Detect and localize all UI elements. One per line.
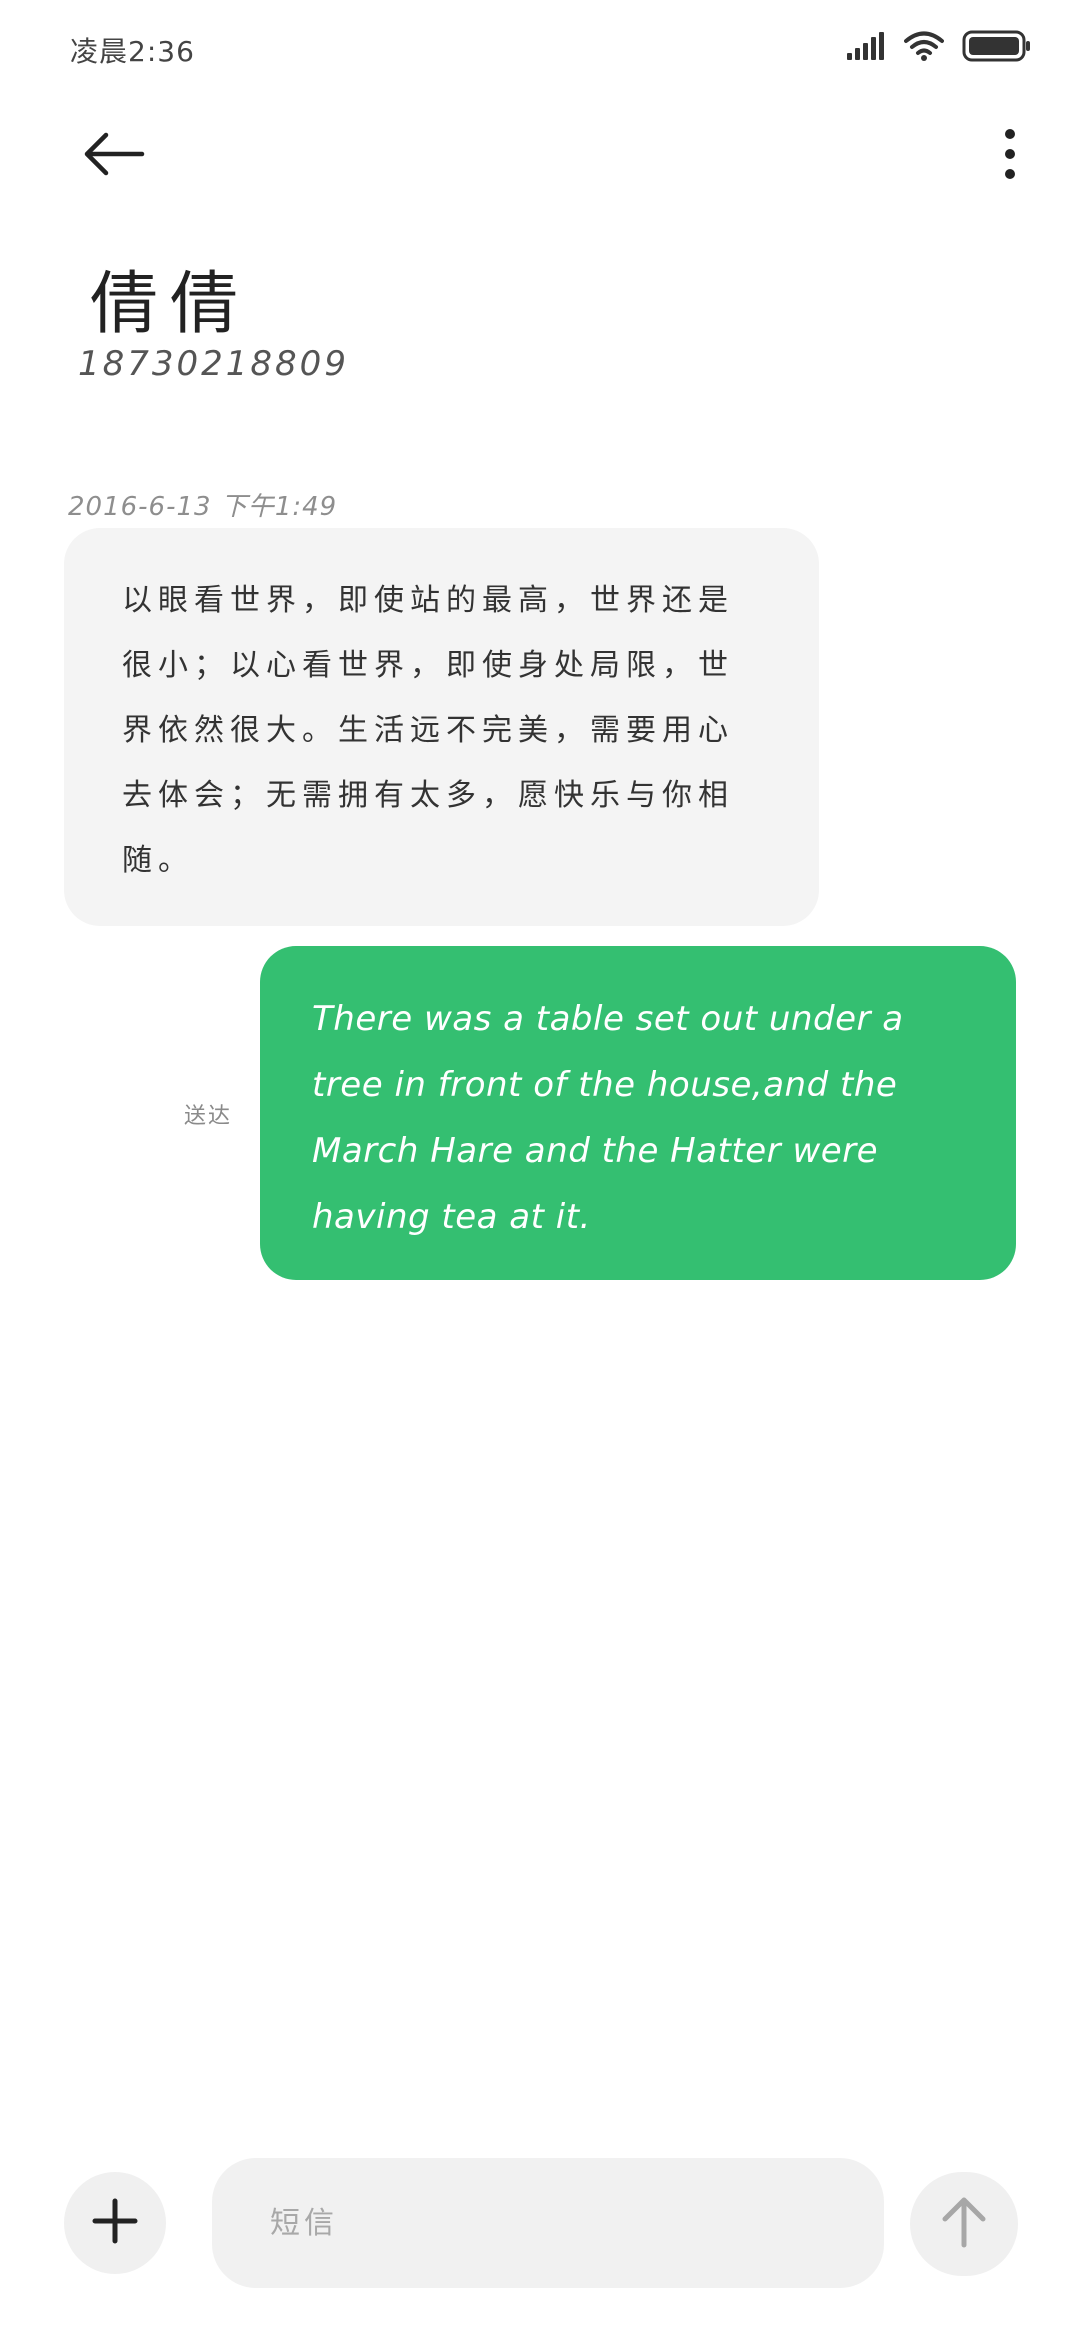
outgoing-message-text: There was a table set out under a tree i…: [312, 999, 904, 1237]
message-timestamp: 2016-6-13 下午1:49: [68, 492, 338, 522]
message-input-container: [212, 2158, 884, 2288]
sms-conversation-screen: 凌晨2:36 倩倩 18730218809 2016-6-13 下午1:49 以…: [0, 0, 1080, 2340]
delivery-status: 送达: [184, 1104, 233, 1129]
incoming-message-bubble[interactable]: 以眼看世界，即使站的最高，世界还是很小；以心看世界，即使身处局限，世界依然很大。…: [64, 528, 819, 926]
contact-number: 18730218809: [78, 344, 349, 384]
outgoing-message-bubble[interactable]: There was a table set out under a tree i…: [260, 946, 1016, 1280]
more-vertical-icon: [1002, 128, 1018, 184]
status-time: 凌晨2:36: [70, 35, 195, 68]
more-options-button[interactable]: [980, 122, 1040, 190]
contact-name: 倩倩: [90, 265, 251, 344]
incoming-message-text: 以眼看世界，即使站的最高，世界还是很小；以心看世界，即使身处局限，世界依然很大。…: [122, 583, 734, 878]
status-bar: 凌晨2:36: [0, 0, 1080, 96]
arrow-left-icon: [82, 130, 146, 182]
add-attachment-button[interactable]: [64, 2172, 166, 2274]
message-input[interactable]: [212, 2158, 884, 2288]
send-button[interactable]: [910, 2172, 1018, 2276]
back-button[interactable]: [78, 126, 150, 186]
plus-icon: [92, 2198, 138, 2248]
wifi-icon: [904, 30, 944, 62]
status-icons: [846, 30, 1032, 62]
arrow-up-icon: [940, 2196, 988, 2252]
battery-icon: [962, 30, 1032, 62]
cellular-signal-icon: [846, 31, 886, 61]
